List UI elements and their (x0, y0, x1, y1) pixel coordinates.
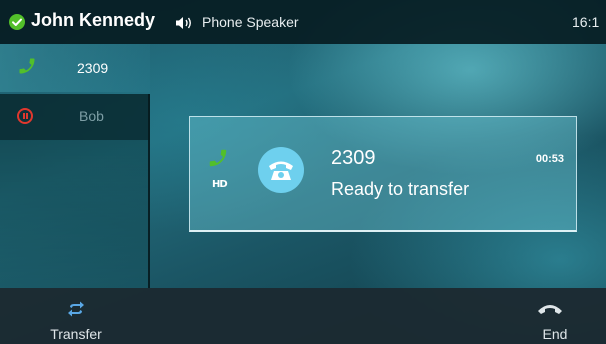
speaker-icon (176, 17, 191, 29)
list-item-call-2309[interactable]: 2309 (0, 44, 150, 92)
caller-number: 2309 (331, 147, 376, 169)
phone-screen: John Kennedy Phone Speaker 16:1 2309 Bob… (0, 0, 606, 344)
softkey-bar: Transfer End (0, 288, 606, 344)
check-icon (9, 14, 25, 30)
avatar (258, 147, 304, 193)
audio-mode-label: Phone Speaker (202, 14, 299, 30)
hd-badge: HD (212, 179, 228, 190)
end-call-button[interactable]: End (520, 288, 590, 344)
call-list-empty-area (0, 140, 150, 288)
transfer-button[interactable]: Transfer (26, 288, 126, 344)
list-item-call-bob[interactable]: Bob (0, 94, 150, 140)
phone-icon (19, 58, 35, 74)
transfer-label: Transfer (50, 326, 102, 342)
call-status: Ready to transfer (331, 179, 470, 199)
call-list: 2309 Bob (0, 44, 150, 288)
end-call-icon (538, 305, 562, 314)
status-bar: John Kennedy Phone Speaker 16:1 (0, 0, 606, 44)
hold-icon (17, 108, 33, 124)
active-call-card: HD 2309 Ready to transfer 00:53 (189, 116, 577, 232)
phone-icon (209, 149, 227, 167)
clock: 16:1 (572, 14, 600, 30)
list-item-label: 2309 (77, 60, 109, 76)
end-label: End (542, 326, 568, 342)
transfer-icon (68, 301, 84, 317)
phone-avatar-icon (269, 161, 293, 180)
call-timer: 00:53 (535, 153, 564, 165)
account-name: John Kennedy (31, 10, 156, 30)
list-item-label: Bob (79, 108, 104, 124)
